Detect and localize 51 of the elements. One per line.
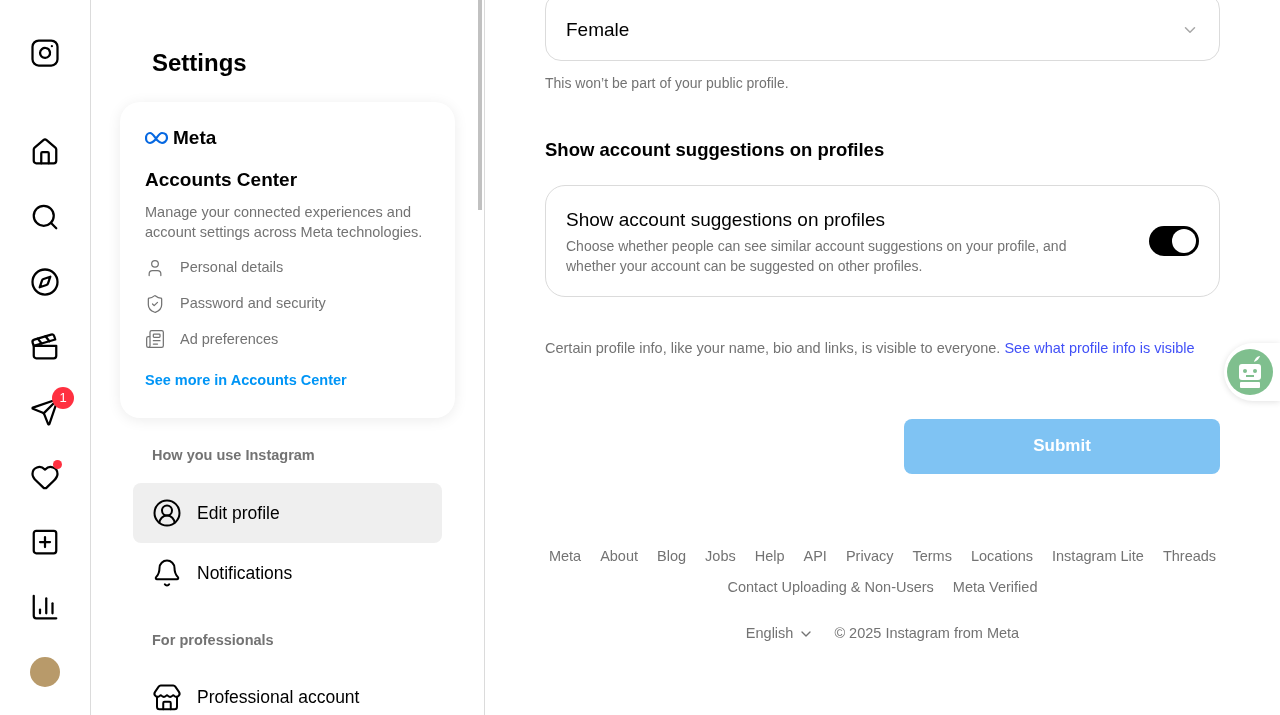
footer-link[interactable]: Meta Verified bbox=[952, 577, 1038, 599]
store-icon bbox=[152, 682, 182, 713]
accounts-center-description: Manage your connected experiences and account settings across Meta technologies. bbox=[145, 203, 424, 242]
settings-menu-item[interactable]: Edit profile bbox=[133, 482, 442, 543]
section-heading: How you use Instagram bbox=[152, 446, 316, 465]
suggestions-heading: Show account suggestions on profiles bbox=[545, 138, 886, 162]
toggle-switch[interactable] bbox=[1149, 225, 1199, 256]
search-icon[interactable] bbox=[30, 202, 60, 232]
language-select[interactable]: English bbox=[745, 623, 815, 645]
compass-icon[interactable] bbox=[30, 267, 60, 297]
robot-icon bbox=[1227, 349, 1273, 395]
settings-title: Settings bbox=[152, 48, 248, 78]
footer-link[interactable]: Blog bbox=[657, 545, 687, 568]
footer-link[interactable]: Meta bbox=[548, 545, 582, 568]
accounts-center-link[interactable]: See more in Accounts Center bbox=[145, 370, 430, 392]
section-heading: For professionals bbox=[152, 630, 275, 650]
footer-link[interactable]: Terms bbox=[912, 545, 952, 568]
bell-icon bbox=[152, 557, 182, 588]
visibility-note: Certain profile info, like your name, bio and links, is visible to everyone. See what profile info is visible bbox=[545, 338, 1196, 358]
plus-square-icon[interactable] bbox=[30, 527, 60, 557]
clapperboard-icon[interactable] bbox=[30, 332, 60, 362]
profile-icon bbox=[152, 497, 182, 528]
ad-icon bbox=[145, 329, 165, 350]
accounts-center-title: Accounts Center bbox=[145, 167, 299, 192]
settings-menu-item[interactable]: Notifications bbox=[133, 542, 442, 603]
accounts-center-item[interactable]: Password and security bbox=[145, 292, 430, 315]
shield-icon bbox=[145, 293, 165, 314]
footer-link[interactable]: API bbox=[803, 545, 827, 568]
footer-link[interactable]: Instagram Lite bbox=[1052, 545, 1144, 568]
footer-link[interactable]: Help bbox=[754, 545, 785, 568]
instagram-logo-icon[interactable] bbox=[30, 38, 60, 68]
infinity-logo-icon bbox=[145, 131, 169, 146]
accounts-center-item[interactable]: Personal details bbox=[145, 257, 430, 279]
bar-chart-icon[interactable] bbox=[30, 592, 60, 622]
visibility-link[interactable]: See what profile info is visible bbox=[1004, 339, 1195, 356]
accounts-center-item[interactable]: Ad preferences bbox=[145, 328, 430, 351]
footer-link[interactable]: Contact Uploading & Non-Users bbox=[727, 577, 934, 599]
footer-link[interactable]: Locations bbox=[970, 545, 1033, 568]
settings-menu-item[interactable]: Professional account bbox=[133, 667, 442, 715]
suggestions-title: Show account suggestions on profiles bbox=[566, 208, 886, 232]
notification-badge: 1 bbox=[52, 387, 74, 409]
meta-brand: Meta bbox=[173, 126, 217, 150]
copyright: © 2025 Instagram from Meta bbox=[834, 624, 1020, 643]
home-icon[interactable] bbox=[30, 137, 60, 167]
suggestions-description: Choose whether people can see similar account suggestions on your profile, and whether your account can be suggested on other profiles. bbox=[566, 236, 1068, 276]
footer-link[interactable]: Threads bbox=[1162, 545, 1217, 568]
footer-link[interactable]: Jobs bbox=[705, 545, 736, 568]
avatar[interactable] bbox=[30, 657, 60, 687]
footer-link[interactable]: Privacy bbox=[845, 545, 894, 568]
footer-link[interactable]: About bbox=[600, 545, 639, 568]
gender-note: This won’t be part of your public profile. bbox=[545, 74, 790, 93]
